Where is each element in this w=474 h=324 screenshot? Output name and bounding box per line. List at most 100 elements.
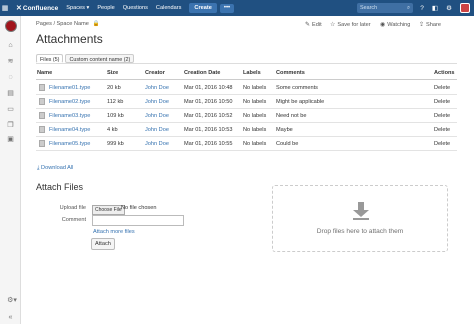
file-labels[interactable]: No labels: [243, 85, 266, 91]
edit-button[interactable]: ✎ Edit: [305, 21, 322, 29]
help-icon[interactable]: ?: [417, 3, 427, 13]
search-icon: ⌕: [406, 4, 410, 11]
file-name-link[interactable]: Filename03.type: [49, 113, 90, 119]
table-row: Filename03.type 109 kb John Doe Mar 01, …: [36, 109, 457, 123]
blog-icon[interactable]: ≋: [5, 56, 16, 66]
space-logo[interactable]: [5, 20, 17, 32]
creator-link[interactable]: John Doe: [145, 99, 169, 105]
drop-zone[interactable]: Drop files here to attach them: [272, 185, 448, 252]
watching-button[interactable]: ◉ Watching: [380, 21, 410, 29]
breadcrumb: Pages / Space Name 🔒: [36, 21, 100, 27]
col-header-labels[interactable]: Labels: [243, 70, 261, 76]
file-icon: [39, 112, 45, 119]
table-header-divider: [36, 79, 457, 80]
table-row: Filename04.type 4 kb John Doe Mar 01, 20…: [36, 123, 457, 137]
sidebar: ⌂ ≋ ◌ ▤ ▭ ❐ ▣ ⚙▾ «: [0, 16, 21, 324]
file-size: 999 kb: [107, 141, 124, 147]
save-for-later-button[interactable]: ☆ Save for later: [330, 21, 371, 29]
more-create-button[interactable]: •••: [219, 3, 235, 13]
space-settings-icon[interactable]: ⚙▾: [5, 295, 19, 305]
file-size: 4 kb: [107, 127, 118, 133]
confluence-logo[interactable]: ✕Confluence: [16, 4, 58, 12]
file-size: 20 kb: [107, 85, 121, 91]
breadcrumb-pages[interactable]: Pages: [36, 21, 52, 27]
file-labels[interactable]: No labels: [243, 99, 266, 105]
col-header-creator[interactable]: Creator: [145, 70, 165, 76]
eye-icon: ◉: [380, 22, 386, 28]
nav-questions[interactable]: Questions: [123, 5, 148, 11]
home-icon[interactable]: ⌂: [5, 40, 16, 50]
download-all-link[interactable]: ⤓ Download All: [37, 165, 73, 172]
file-labels[interactable]: No labels: [243, 127, 266, 133]
tab-bar: Files (5) Custom content name (2): [36, 54, 136, 63]
table-row: Filename05.type 999 kb John Doe Mar 01, …: [36, 137, 457, 151]
lock-icon[interactable]: 🔒: [92, 21, 99, 27]
creator-link[interactable]: John Doe: [145, 141, 169, 147]
delete-button[interactable]: Delete: [434, 99, 450, 105]
file-comment: Might be applicable: [276, 99, 325, 105]
star-icon: ☆: [330, 22, 336, 28]
top-navigation-bar: ▦ ✕Confluence Spaces ▾ People Questions …: [0, 0, 474, 16]
notifications-icon[interactable]: ◧: [430, 3, 440, 13]
file-labels[interactable]: No labels: [243, 113, 266, 119]
file-size: 109 kb: [107, 113, 124, 119]
upload-arrow-icon: [353, 202, 369, 220]
tab-custom-content[interactable]: Custom content name (2): [65, 54, 135, 63]
file-name-link[interactable]: Filename02.type: [49, 99, 90, 105]
no-file-chosen-text: No file chosen: [121, 205, 157, 211]
creation-date: Mar 01, 2016 10:48: [184, 85, 233, 91]
share-button[interactable]: ⇪ Share: [419, 21, 441, 29]
calendar-icon[interactable]: ▤: [5, 88, 16, 98]
col-header-actions: Actions: [434, 70, 455, 76]
attach-more-files-link[interactable]: Attach more files: [93, 229, 135, 235]
collapse-sidebar-icon[interactable]: «: [5, 312, 16, 322]
pages-tree-icon[interactable]: ❐: [5, 120, 16, 130]
delete-button[interactable]: Delete: [434, 113, 450, 119]
delete-button[interactable]: Delete: [434, 127, 450, 133]
file-icon: [39, 126, 45, 133]
file-icon: [39, 84, 45, 91]
download-icon: ⤓: [37, 165, 40, 171]
comment-field[interactable]: [92, 215, 184, 226]
file-labels[interactable]: No labels: [243, 141, 266, 147]
comment-label: Comment: [61, 217, 86, 223]
file-comment: Need not be: [276, 113, 307, 119]
search-input[interactable]: Search ⌕: [357, 3, 413, 13]
delete-button[interactable]: Delete: [434, 141, 450, 147]
page-icon[interactable]: ▭: [5, 104, 16, 114]
file-name-link[interactable]: Filename04.type: [49, 127, 90, 133]
table-row: Filename02.type 112 kb John Doe Mar 01, …: [36, 95, 457, 109]
create-button[interactable]: Create: [189, 3, 217, 13]
settings-icon[interactable]: ⚙: [444, 3, 454, 13]
creator-link[interactable]: John Doe: [145, 127, 169, 133]
col-header-comments[interactable]: Comments: [276, 70, 305, 76]
creation-date: Mar 01, 2016 10:50: [184, 99, 233, 105]
attachments-icon[interactable]: ▣: [5, 134, 16, 144]
col-header-creation-date[interactable]: Creation Date: [184, 70, 220, 76]
file-icon: [39, 98, 45, 105]
attach-button[interactable]: Attach: [91, 238, 115, 250]
col-header-name[interactable]: Name: [37, 70, 52, 76]
file-name-link[interactable]: Filename05.type: [49, 141, 90, 147]
app-switcher-icon[interactable]: ▦: [0, 0, 10, 16]
pencil-icon: ✎: [305, 22, 311, 28]
page-title: Attachments: [36, 32, 103, 46]
nav-calendars[interactable]: Calendars: [156, 5, 182, 11]
creator-link[interactable]: John Doe: [145, 113, 169, 119]
attach-files-heading: Attach Files: [36, 182, 84, 192]
breadcrumb-space-name[interactable]: Space Name: [57, 21, 89, 27]
creation-date: Mar 01, 2016 10:55: [184, 141, 233, 147]
upload-file-label: Upload file: [59, 205, 86, 211]
nav-spaces[interactable]: Spaces ▾: [66, 5, 89, 11]
tab-files[interactable]: Files (5): [36, 54, 64, 63]
questions-icon[interactable]: ◌: [5, 72, 16, 82]
delete-button[interactable]: Delete: [434, 85, 450, 91]
col-header-size[interactable]: Size: [107, 70, 118, 76]
user-avatar[interactable]: [460, 3, 470, 13]
nav-people[interactable]: People: [97, 5, 114, 11]
file-name-link[interactable]: Filename01.type: [49, 85, 90, 91]
file-icon: [39, 140, 45, 147]
choose-file-button[interactable]: Choose File: [92, 205, 125, 215]
creator-link[interactable]: John Doe: [145, 85, 169, 91]
file-comment: Maybe: [276, 127, 293, 133]
